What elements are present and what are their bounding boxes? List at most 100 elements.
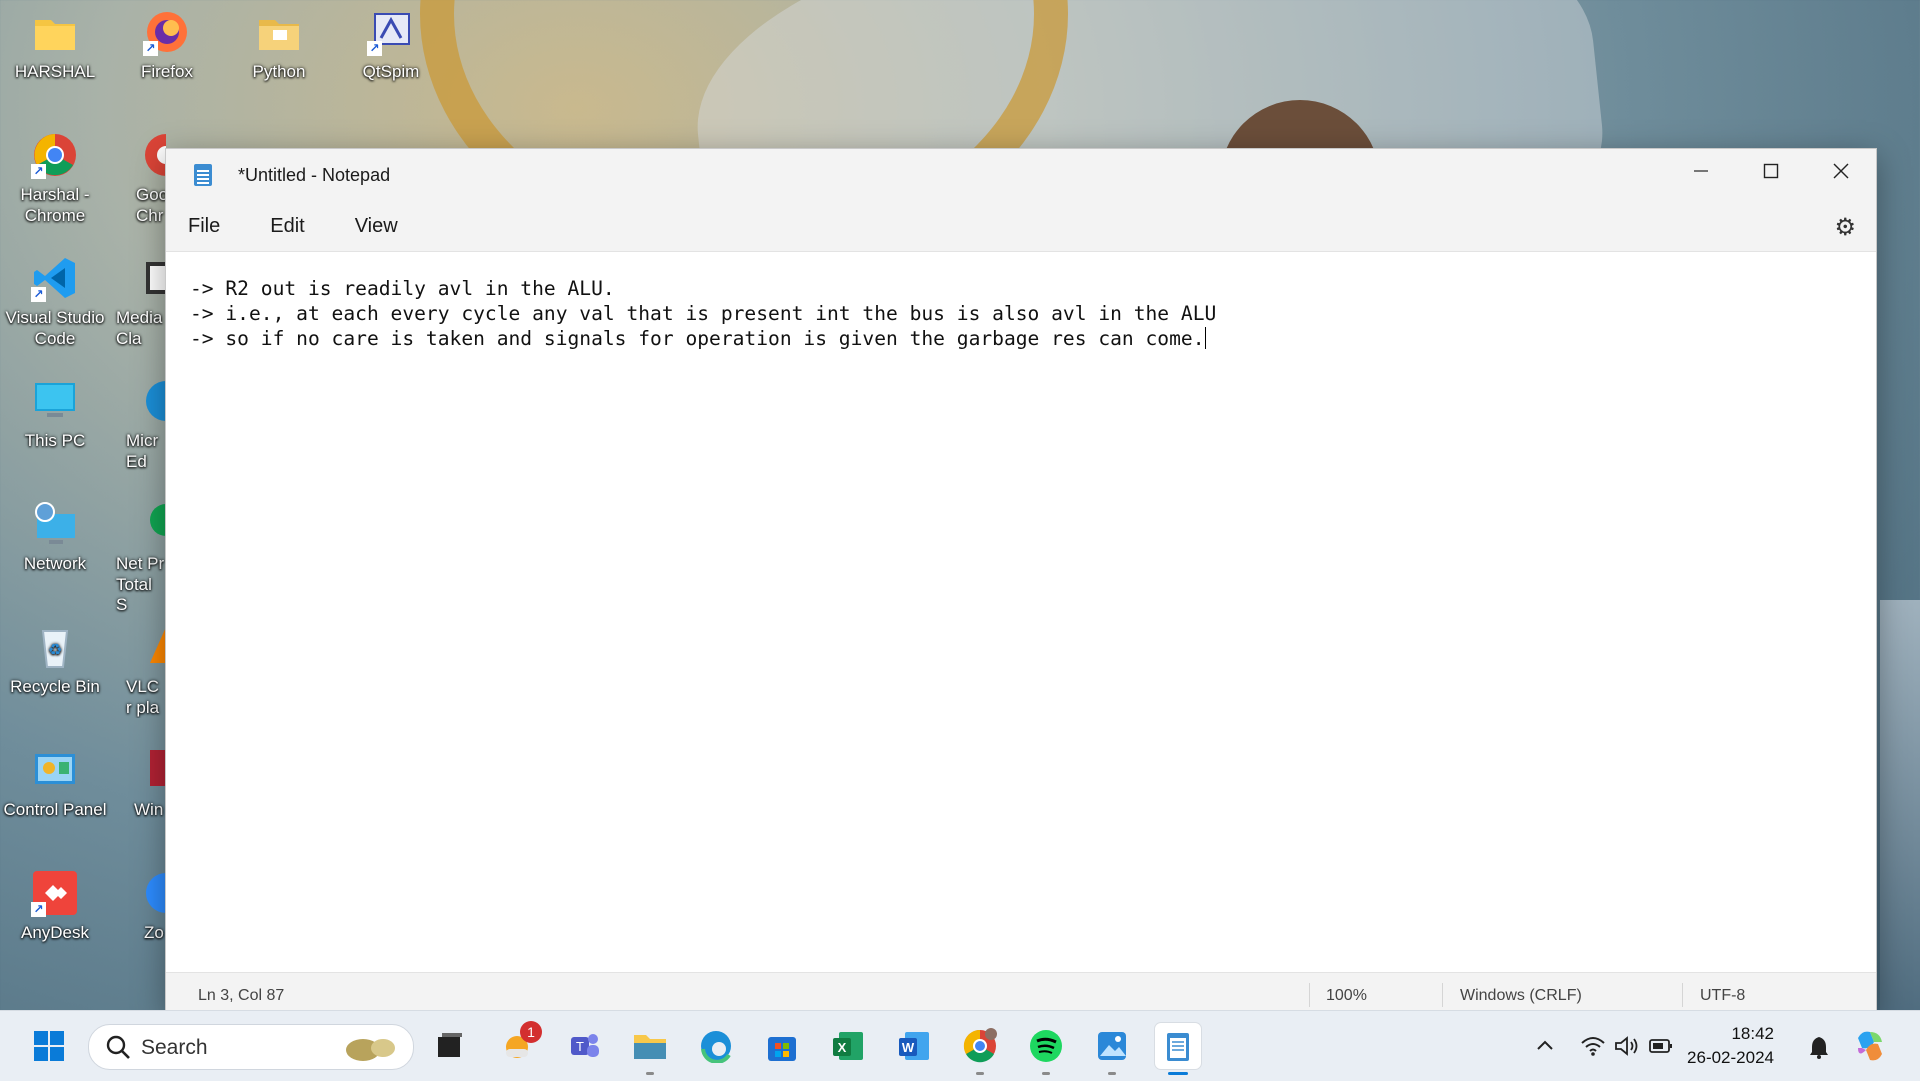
editor-content: -> R2 out is readily avl in the ALU. -> … [190,277,1217,350]
desktop-icon-harshal-chrome[interactable]: ↗ Harshal - Chrome [0,131,110,226]
desktop-icon-media-player[interactable]: Media Cla [112,254,166,349]
network-icon [31,500,79,548]
taskbar-search[interactable]: Search [88,1024,414,1070]
search-icon [106,1035,130,1059]
task-view-button[interactable] [426,1023,472,1069]
svg-text:T: T [576,1039,584,1054]
desktop-icon-anydesk[interactable]: ↗ AnyDesk [0,869,110,944]
firefox-icon: ↗ [143,8,191,56]
zoom-icon [142,869,166,917]
chrome-icon [963,1028,997,1063]
notification-bell-icon[interactable] [1808,1035,1830,1059]
control-panel-icon [31,746,79,794]
vscode-icon: ↗ [31,254,79,302]
task-view-icon [438,1033,462,1057]
maximize-icon [1763,163,1779,179]
battery-icon[interactable] [1648,1035,1674,1057]
notepad-icon [1167,1033,1189,1061]
clock[interactable]: 18:42 26-02-2024 [1687,1022,1774,1070]
svg-text:♻: ♻ [48,642,62,659]
menu-file[interactable]: File [170,209,238,244]
teams-button[interactable]: T [561,1023,607,1069]
start-button[interactable] [26,1023,72,1069]
desktop-icon-vlc[interactable]: VLC r pla [112,623,166,718]
copilot-icon[interactable] [1852,1028,1888,1064]
windows-logo-icon [34,1031,64,1061]
desktop-icon-this-pc[interactable]: This PC [0,377,110,452]
qtspim-icon: ↗ [367,8,415,56]
folder-icon [255,8,303,56]
menu-bar: File Edit View ⚙ [166,201,1876,252]
spotify-icon [1030,1030,1062,1062]
minimize-icon [1694,170,1708,172]
edge-icon [701,1031,731,1063]
running-indicator [1108,1072,1116,1075]
desktop-icon-google-chrome[interactable]: Goo Chr [112,131,166,226]
desktop-icon-recycle-bin[interactable]: ♻ Recycle Bin [0,623,110,698]
clock-time: 18:42 [1731,1024,1774,1043]
close-icon [1833,163,1849,179]
desktop-icon-vscode[interactable]: ↗ Visual Studio Code [0,254,110,349]
menu-edit[interactable]: Edit [252,209,322,244]
desktop-icon-firefox[interactable]: ↗ Firefox [112,8,222,83]
microsoft-store-icon [768,1037,796,1061]
spotify-button[interactable] [1023,1023,1069,1075]
monitor-icon [31,377,79,425]
chrome-button[interactable] [957,1023,1003,1075]
app-icon [142,746,166,794]
desktop-icon-microsoft-edge[interactable]: Micr Ed [112,377,166,472]
desktop-icon-zoom[interactable]: Zo [112,869,166,944]
notepad-taskbar-button[interactable] [1155,1023,1201,1075]
status-divider [1309,983,1310,1007]
minimize-button[interactable] [1666,149,1736,193]
edge-button[interactable] [693,1023,739,1069]
store-button[interactable] [759,1023,805,1069]
notepad-app-icon [194,164,212,186]
desktop-icon-network[interactable]: Network [0,500,110,575]
recycle-bin-icon: ♻ [31,623,79,671]
media-player-icon [142,254,166,302]
anydesk-icon: ↗ [31,869,79,917]
notification-badge: 1 [520,1021,542,1043]
excel-icon: X [833,1032,863,1060]
wifi-icon[interactable] [1580,1035,1606,1057]
svg-text:X: X [838,1040,847,1055]
close-button[interactable] [1806,149,1876,193]
folder-icon [31,8,79,56]
photos-icon [1098,1032,1126,1060]
status-divider [1442,983,1443,1007]
settings-gear-icon[interactable]: ⚙ [1834,213,1856,242]
chrome-icon [142,131,166,179]
file-explorer-icon [634,1035,666,1059]
chevron-up-icon[interactable] [1535,1036,1555,1056]
zoom-level: 100% [1326,987,1367,1004]
cursor-position: Ln 3, Col 87 [198,987,285,1004]
desktop-icon-control-panel[interactable]: Control Panel [0,746,110,821]
photos-button[interactable] [1089,1023,1135,1075]
maximize-button[interactable] [1736,149,1806,193]
svg-text:W: W [902,1040,915,1055]
line-ending: Windows (CRLF) [1460,987,1582,1004]
desktop-icon-win[interactable]: Win [112,746,166,821]
status-bar: Ln 3, Col 87 100% Windows (CRLF) UTF-8 [166,972,1876,1011]
word-button[interactable]: W [891,1023,937,1069]
encoding: UTF-8 [1700,987,1746,1004]
excel-button[interactable]: X [825,1023,871,1069]
desktop-icon-net-protector[interactable]: Net Pr Total S [112,500,166,616]
window-controls [1666,149,1876,193]
speaker-icon[interactable] [1614,1035,1640,1057]
teams-icon: T [571,1034,599,1057]
desktop-icon-python[interactable]: Python [224,8,334,83]
notepad-window: *Untitled - Notepad File Edit View ⚙ -> … [165,148,1877,1012]
running-indicator [1042,1072,1050,1075]
text-editor[interactable]: -> R2 out is readily avl in the ALU. -> … [166,252,1876,972]
file-explorer-button[interactable] [627,1023,673,1075]
desktop-icon-qtspim[interactable]: ↗ QtSpim [336,8,446,83]
title-bar[interactable]: *Untitled - Notepad [166,149,1876,201]
menu-view[interactable]: View [337,209,416,244]
wallpaper-edge [1880,600,1920,1020]
desktop-icon-harshal[interactable]: HARSHAL [0,8,110,83]
text-caret [1204,327,1206,349]
edge-icon [142,377,166,425]
widgets-button[interactable]: 1 [494,1021,542,1069]
